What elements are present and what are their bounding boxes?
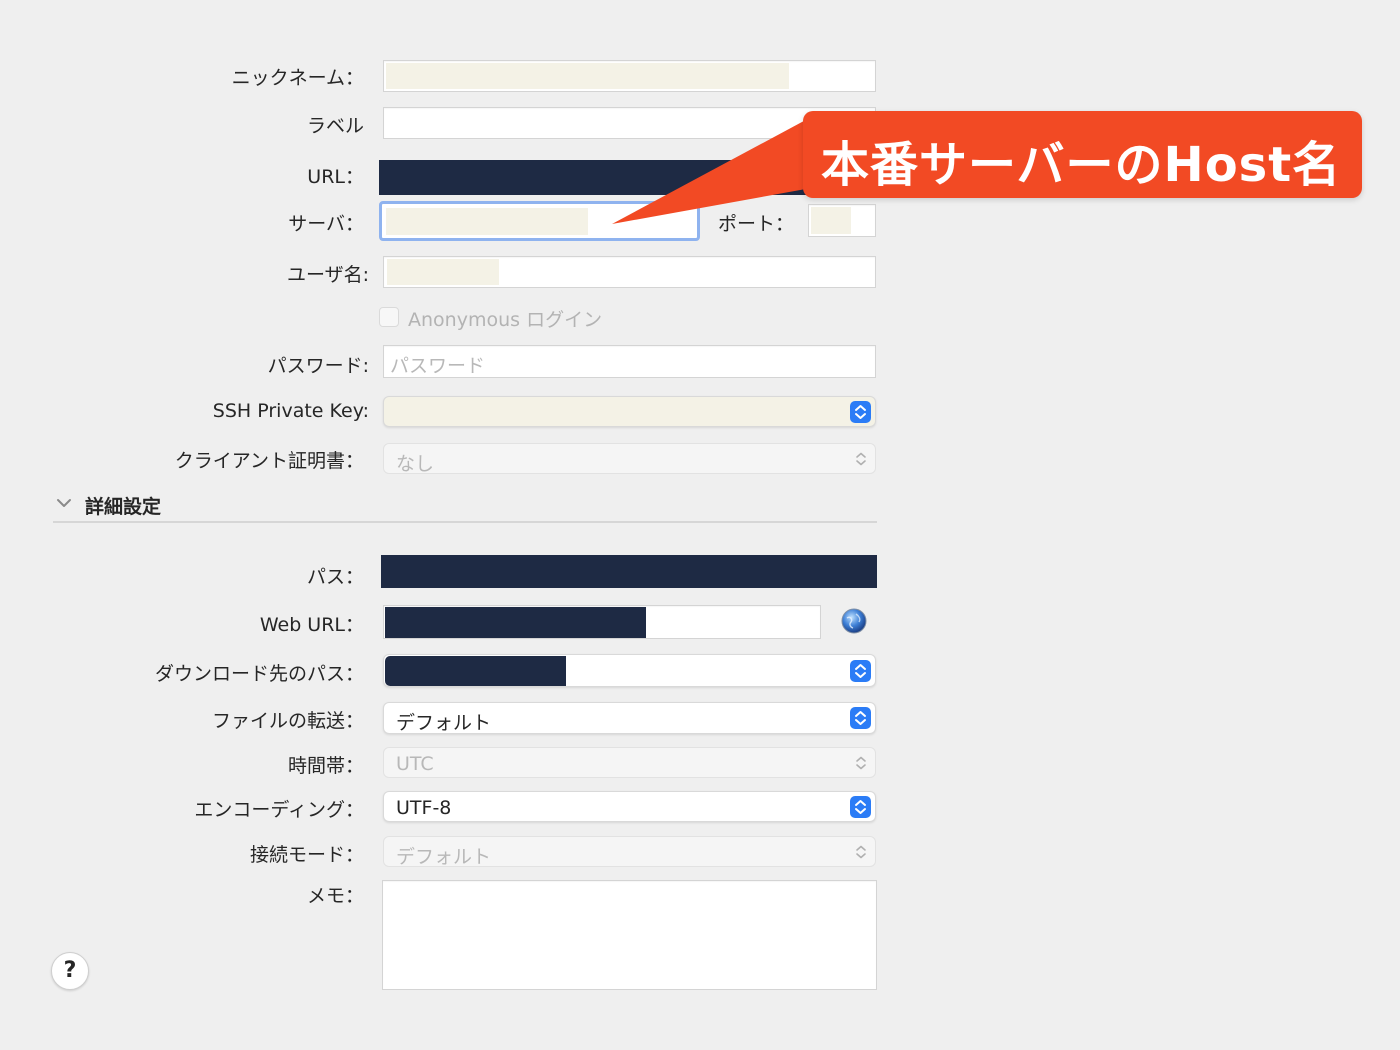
download-path-label: ダウンロード先のパス： bbox=[154, 663, 364, 685]
label-label: ラベル bbox=[306, 115, 364, 137]
memo-textarea[interactable] bbox=[382, 880, 877, 990]
web-url-label: Web URL： bbox=[259, 614, 364, 636]
password-field[interactable]: パスワード bbox=[383, 345, 876, 378]
url-label: URL： bbox=[307, 166, 364, 188]
password-label: パスワード: bbox=[267, 355, 369, 377]
updown-stepper-icon bbox=[853, 753, 869, 773]
updown-stepper-icon bbox=[850, 796, 871, 818]
section-divider bbox=[53, 521, 877, 523]
path-field-redacted[interactable] bbox=[381, 555, 877, 588]
server-label: サーバ： bbox=[288, 213, 364, 235]
client-cert-label: クライアント証明書： bbox=[174, 450, 364, 472]
transfer-popup[interactable]: デフォルト bbox=[383, 702, 876, 734]
encoding-value: UTF-8 bbox=[396, 797, 452, 819]
connect-mode-value: デフォルト bbox=[396, 846, 492, 868]
nickname-label: ニックネーム： bbox=[231, 67, 364, 89]
connect-mode-popup[interactable]: デフォルト bbox=[383, 836, 876, 868]
updown-stepper-icon bbox=[850, 707, 871, 729]
ssh-key-popup[interactable] bbox=[383, 396, 876, 427]
transfer-value: デフォルト bbox=[396, 712, 492, 734]
advanced-section-title[interactable]: 詳細設定 bbox=[85, 492, 161, 519]
updown-stepper-icon bbox=[850, 401, 871, 423]
help-button[interactable]: ? bbox=[51, 952, 89, 990]
updown-stepper-icon bbox=[853, 449, 869, 469]
anonymous-login-checkbox[interactable] bbox=[379, 307, 399, 327]
callout-arrow bbox=[612, 115, 828, 224]
password-placeholder: パスワード bbox=[390, 355, 486, 377]
callout-text: 本番サーバーのHost名 bbox=[821, 137, 1342, 193]
chevron-down-icon[interactable] bbox=[55, 494, 73, 512]
updown-stepper-icon bbox=[850, 660, 871, 682]
path-label: パス： bbox=[306, 566, 364, 588]
memo-label: メモ： bbox=[306, 885, 364, 907]
username-field[interactable] bbox=[383, 256, 876, 288]
username-label: ユーザ名: bbox=[286, 264, 369, 286]
nickname-autofill-fill bbox=[386, 63, 789, 89]
timezone-label: 時間帯： bbox=[287, 755, 364, 777]
web-url-field[interactable] bbox=[383, 605, 821, 639]
updown-stepper-icon bbox=[853, 842, 869, 862]
encoding-popup[interactable]: UTF-8 bbox=[383, 791, 876, 822]
server-autofill-fill bbox=[386, 208, 588, 235]
client-cert-popup[interactable]: なし bbox=[383, 443, 876, 475]
anonymous-login-label: Anonymous ログイン bbox=[408, 309, 603, 331]
timezone-popup[interactable]: UTC bbox=[383, 747, 876, 778]
timezone-value: UTC bbox=[396, 753, 434, 775]
username-autofill-fill bbox=[387, 259, 499, 285]
nickname-field[interactable] bbox=[383, 60, 876, 92]
globe-icon[interactable] bbox=[841, 608, 867, 634]
web-url-redacted bbox=[385, 607, 646, 638]
client-cert-value: なし bbox=[396, 453, 435, 475]
callout-box: 本番サーバーのHost名 bbox=[803, 111, 1362, 198]
ssh-key-label: SSH Private Key: bbox=[212, 400, 369, 422]
transfer-label: ファイルの転送： bbox=[211, 710, 364, 732]
download-path-popup[interactable] bbox=[383, 654, 876, 687]
encoding-label: エンコーディング： bbox=[194, 799, 364, 821]
connect-mode-label: 接続モード： bbox=[249, 844, 364, 866]
download-path-redacted bbox=[385, 656, 566, 686]
